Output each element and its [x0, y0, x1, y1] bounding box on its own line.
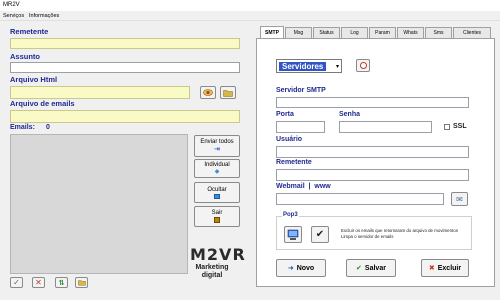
enviar-todos-button[interactable]: Enviar todos ⇥ [194, 135, 240, 157]
diamond-icon: ◆ [214, 168, 220, 175]
pop3-desc-line2: Limpa o servidor de emails [341, 234, 394, 239]
check-icon: ✔ [356, 265, 362, 272]
novo-label: Novo [296, 264, 315, 272]
pop3-confirm-button[interactable]: ✔ [311, 226, 329, 243]
html-open-folder-button[interactable] [220, 86, 236, 99]
emails-count: 0 [46, 124, 50, 131]
window-icon [214, 193, 220, 199]
x-icon: ✕ [35, 278, 42, 287]
webmail-label: Webmail | www [276, 183, 331, 190]
check-icon: ✔ [315, 229, 325, 240]
computer-icon [287, 229, 299, 240]
pop3-label: Pop3 [282, 212, 299, 218]
html-preview-button[interactable] [200, 86, 216, 99]
delete-button[interactable]: ✕ [32, 277, 45, 288]
tab-log[interactable]: Log [341, 27, 368, 38]
menu-informacoes[interactable]: Informações [29, 13, 59, 19]
sair-button[interactable]: Sair [194, 206, 240, 227]
remetente-label: Remetente [10, 27, 49, 36]
folder-icon [77, 280, 86, 286]
envelope-icon: ✉ [456, 194, 463, 204]
arquivo-emails-input[interactable] [10, 110, 240, 123]
smtp-remetente-label: Remetente [276, 159, 312, 166]
eye-icon [203, 89, 213, 96]
emails-list[interactable] [10, 134, 188, 274]
server-select-value: Servidores [279, 62, 327, 71]
webmail-input[interactable] [276, 193, 444, 205]
salvar-label: Salvar [364, 264, 386, 272]
assunto-label: Assunto [10, 52, 40, 61]
m2vr-logo: M2VR Marketing digital [190, 246, 246, 290]
logo-line2: digital [201, 272, 223, 279]
arrow-left-icon: ➜ [287, 265, 294, 272]
senha-label: Senha [339, 111, 361, 118]
servidor-smtp-input[interactable] [276, 97, 469, 108]
confirm-button[interactable]: ✓ [10, 277, 23, 288]
porta-label: Porta [276, 111, 294, 118]
arquivo-emails-label: Arquivo de emails [10, 99, 75, 108]
individual-button[interactable]: Individual ◆ [194, 159, 240, 178]
server-refresh-button[interactable] [356, 59, 370, 72]
usuario-label: Usuário [276, 136, 303, 143]
emails-label: Emails: [10, 124, 35, 131]
assunto-input[interactable] [10, 62, 240, 73]
servidor-smtp-label: Servidor SMTP [276, 87, 326, 94]
ssl-label: SSL [453, 123, 467, 130]
exit-door-icon [214, 217, 220, 223]
ssl-checkbox[interactable] [444, 124, 450, 130]
record-icon [359, 62, 367, 69]
window-title: MR2V [3, 2, 20, 8]
folder-icon [223, 89, 233, 97]
menu-servicos[interactable]: Serviços [3, 13, 24, 19]
ocultar-button[interactable]: Ocultar [194, 182, 240, 203]
webmail-open-button[interactable]: ✉ [451, 192, 468, 206]
sort-icon: ⇅ [58, 279, 65, 287]
pop3-clean-button[interactable] [284, 226, 302, 243]
pop3-desc: Excluir os emails que retornaram do arqu… [341, 228, 458, 240]
senha-input[interactable] [339, 121, 432, 133]
remetente-input[interactable] [10, 38, 240, 49]
tab-param[interactable]: Param [369, 27, 396, 38]
tab-clientes[interactable]: Clientes [453, 27, 491, 38]
sair-label: Sair [211, 210, 223, 216]
server-select[interactable]: Servidores ▾ [276, 59, 342, 73]
novo-button[interactable]: ➜ Novo [276, 259, 326, 277]
tab-whats[interactable]: Whats [397, 27, 424, 38]
check-icon: ✓ [13, 278, 20, 287]
tab-smtp[interactable]: SMTP [260, 26, 284, 38]
title-bar: MR2V [0, 0, 500, 11]
tab-status[interactable]: Status [313, 27, 340, 38]
chevron-down-icon: ▾ [335, 64, 339, 70]
logo-line1: Marketing [195, 264, 229, 271]
arquivo-html-input[interactable] [10, 86, 190, 99]
smtp-remetente-input[interactable] [276, 169, 469, 181]
tab-msg[interactable]: Msg [285, 27, 312, 38]
individual-label: Individual [204, 161, 230, 168]
enviar-todos-label: Enviar todos [200, 139, 234, 145]
arquivo-html-label: Arquivo Html [10, 75, 58, 84]
usuario-input[interactable] [276, 146, 469, 158]
porta-input[interactable] [276, 121, 325, 133]
salvar-button[interactable]: ✔ Salvar [346, 259, 396, 277]
send-all-icon: ⇥ [214, 146, 220, 153]
excluir-label: Excluir [437, 264, 462, 272]
excluir-button[interactable]: ✖ Excluir [421, 259, 469, 277]
open-button[interactable] [75, 277, 88, 288]
ocultar-label: Ocultar [207, 186, 227, 193]
x-icon: ✖ [428, 265, 435, 272]
sort-button[interactable]: ⇅ [55, 277, 68, 288]
logo-text: M2VR [190, 245, 246, 264]
tab-sms[interactable]: Sms [425, 27, 452, 38]
menu-bar: Serviços Informações [0, 11, 500, 21]
